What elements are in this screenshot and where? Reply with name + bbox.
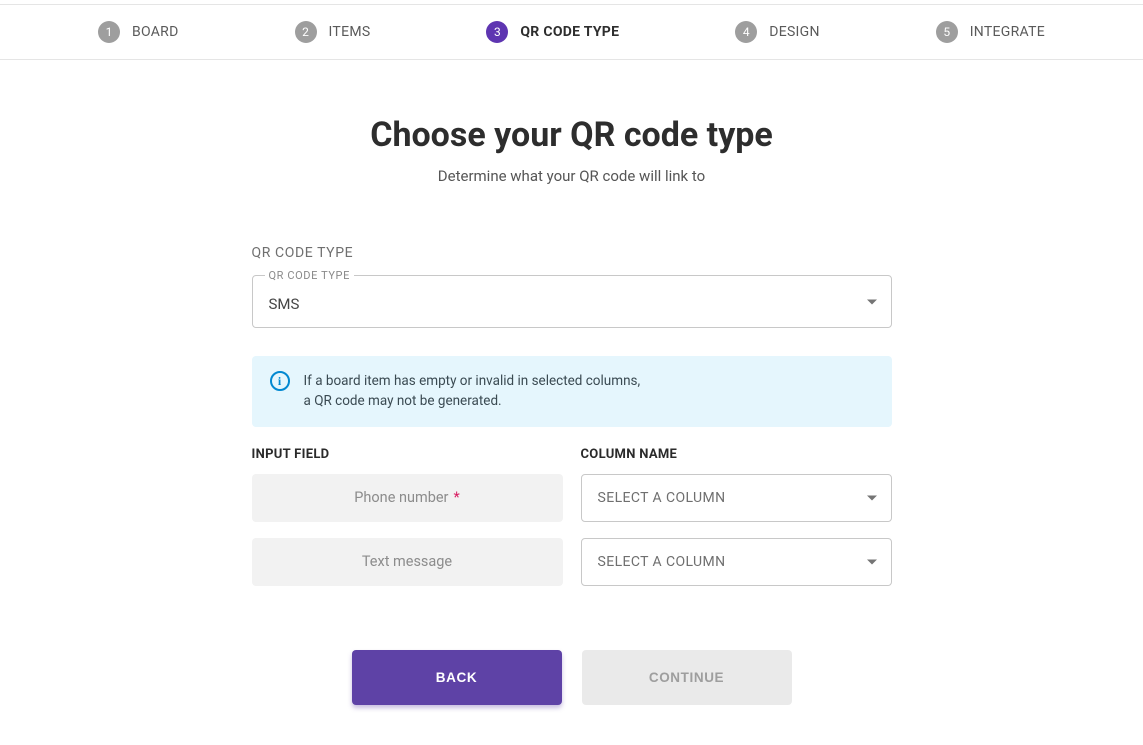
step-label: INTEGRATE xyxy=(970,24,1045,40)
step-number: 3 xyxy=(486,21,508,43)
step-board[interactable]: 1 BOARD xyxy=(98,21,179,43)
step-number: 1 xyxy=(98,21,120,43)
caret-down-icon xyxy=(867,299,877,304)
field-label: Phone number xyxy=(354,489,448,506)
main-content: Choose your QR code type Determine what … xyxy=(252,115,892,705)
page-title: Choose your QR code type xyxy=(252,115,892,155)
mapping-header-row: INPUT FIELD COLUMN NAME xyxy=(252,447,892,474)
info-line1: If a board item has empty or invalid in … xyxy=(304,373,641,389)
column-select-phone[interactable]: SELECT A COLUMN xyxy=(581,474,892,522)
input-field-header: INPUT FIELD xyxy=(252,447,563,462)
field-label: Text message xyxy=(362,553,452,570)
caret-down-icon xyxy=(867,495,877,500)
column-select-placeholder: SELECT A COLUMN xyxy=(598,554,726,570)
field-phone-number: Phone number * xyxy=(252,474,563,522)
stepper: 1 BOARD 2 ITEMS 3 QR CODE TYPE 4 DESIGN … xyxy=(0,5,1143,60)
column-name-header: COLUMN NAME xyxy=(581,447,892,462)
info-alert: i If a board item has empty or invalid i… xyxy=(252,356,892,427)
field-text-message: Text message xyxy=(252,538,563,586)
info-line2: a QR code may not be generated. xyxy=(304,393,502,409)
qr-type-selected-value: SMS xyxy=(269,295,300,313)
back-button[interactable]: BACK xyxy=(352,650,562,705)
column-select-text[interactable]: SELECT A COLUMN xyxy=(581,538,892,586)
step-label: ITEMS xyxy=(329,24,371,40)
qr-type-floating-label: QR CODE TYPE xyxy=(265,269,354,282)
page-subtitle: Determine what your QR code will link to xyxy=(252,167,892,185)
step-design[interactable]: 4 DESIGN xyxy=(735,21,820,43)
step-number: 2 xyxy=(295,21,317,43)
mapping-row-text: Text message SELECT A COLUMN xyxy=(252,538,892,602)
step-number: 5 xyxy=(936,21,958,43)
info-text: If a board item has empty or invalid in … xyxy=(304,371,641,412)
caret-down-icon xyxy=(867,559,877,564)
qr-type-section-label: QR CODE TYPE xyxy=(252,245,892,261)
step-number: 4 xyxy=(735,21,757,43)
column-select-placeholder: SELECT A COLUMN xyxy=(598,490,726,506)
action-bar: BACK CONTINUE xyxy=(252,650,892,705)
step-label: DESIGN xyxy=(769,24,820,40)
required-asterisk: * xyxy=(453,489,459,506)
step-label: BOARD xyxy=(132,24,179,40)
qr-type-select[interactable]: QR CODE TYPE SMS xyxy=(252,275,892,328)
continue-button[interactable]: CONTINUE xyxy=(582,650,792,705)
step-integrate[interactable]: 5 INTEGRATE xyxy=(936,21,1045,43)
info-icon: i xyxy=(270,371,290,391)
step-qr-code-type[interactable]: 3 QR CODE TYPE xyxy=(486,21,619,43)
step-items[interactable]: 2 ITEMS xyxy=(295,21,371,43)
mapping-row-phone: Phone number * SELECT A COLUMN xyxy=(252,474,892,538)
step-label: QR CODE TYPE xyxy=(520,24,619,40)
